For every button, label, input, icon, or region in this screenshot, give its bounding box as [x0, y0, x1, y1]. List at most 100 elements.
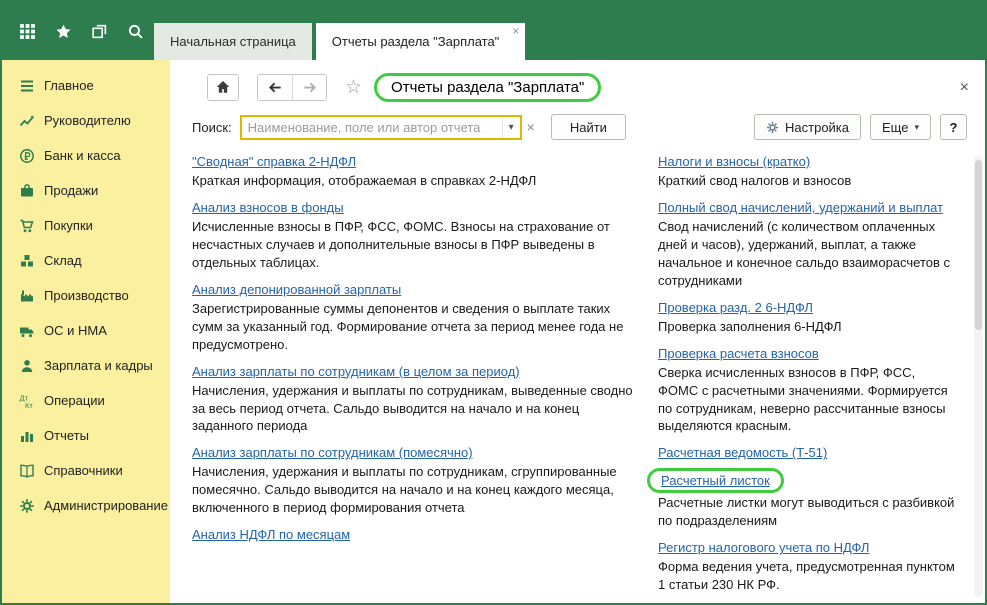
gear-icon	[18, 497, 35, 514]
report-desc: Краткий свод налогов и взносов	[658, 172, 958, 190]
more-button-label: Еще	[882, 120, 908, 135]
sidebar-item-label: Администрирование	[44, 498, 168, 513]
global-search-icon[interactable]	[120, 16, 150, 46]
search-clear-icon[interactable]: ×	[527, 119, 535, 135]
sidebar-item-bank-cash[interactable]: Банк и касса	[2, 138, 170, 173]
reports-column-left: "Сводная" справка 2-НДФЛ Краткая информа…	[192, 154, 634, 603]
sidebar-item-reports[interactable]: Отчеты	[2, 418, 170, 453]
search-label: Поиск:	[192, 120, 232, 135]
find-button[interactable]: Найти	[551, 114, 626, 140]
search-input[interactable]	[242, 120, 502, 135]
home-button[interactable]	[207, 74, 239, 101]
app-window: Начальная страница Отчеты раздела "Зарпл…	[0, 0, 987, 605]
tab-bar: Начальная страница Отчеты раздела "Зарпл…	[154, 2, 529, 60]
report-item: Анализ депонированной зарплаты Зарегистр…	[192, 282, 634, 354]
section-sidebar: Главное Руководителю Банк и касса Продаж…	[2, 60, 170, 603]
tab-home-label: Начальная страница	[170, 34, 296, 49]
sidebar-item-production[interactable]: Производство	[2, 278, 170, 313]
report-desc: Форма ведения учета, предусмотренная пун…	[658, 558, 958, 594]
more-button[interactable]: Еще ▾	[870, 114, 931, 140]
panel-close-icon[interactable]: ×	[960, 80, 969, 96]
tab-reports-salary[interactable]: Отчеты раздела "Зарплата" ×	[316, 23, 526, 60]
search-input-group: ▾	[240, 115, 522, 140]
panel-tools: Настройка Еще ▾ ?	[754, 114, 967, 140]
sidebar-item-directories[interactable]: Справочники	[2, 453, 170, 488]
apps-grid-icon[interactable]	[12, 16, 42, 46]
sidebar-item-label: Главное	[44, 78, 94, 93]
sidebar-item-label: Отчеты	[44, 428, 89, 443]
sidebar-item-label: Производство	[44, 288, 129, 303]
settings-gear-icon	[766, 121, 779, 134]
scrollbar-thumb[interactable]	[975, 160, 982, 330]
report-link[interactable]: Расчетная ведомость (Т-51)	[658, 445, 827, 460]
sidebar-item-label: Продажи	[44, 183, 98, 198]
dt-kt-icon: ДтКт	[18, 392, 35, 409]
sidebar-item-fixed-assets[interactable]: ОС и НМА	[2, 313, 170, 348]
panel-header: ☆ Отчеты раздела "Зарплата"	[207, 72, 985, 102]
truck-icon	[18, 322, 35, 339]
tab-home[interactable]: Начальная страница	[154, 23, 312, 60]
favorite-star-icon[interactable]: ☆	[345, 76, 362, 99]
report-link[interactable]: Налоги и взносы (кратко)	[658, 154, 810, 169]
forward-button[interactable]	[292, 75, 326, 100]
reports-panel: × ☆ Отчеты раздела "Зарплата"	[170, 60, 985, 603]
help-button[interactable]: ?	[940, 114, 967, 140]
topbar-tools	[2, 2, 154, 60]
report-item: Анализ взносов в фонды Исчисленные взнос…	[192, 200, 634, 272]
search-dropdown-icon[interactable]: ▾	[502, 117, 520, 138]
briefcase-icon	[18, 182, 35, 199]
title-highlight-annotation: Отчеты раздела "Зарплата"	[374, 73, 601, 102]
vertical-scrollbar[interactable]	[974, 156, 983, 597]
report-link[interactable]: Анализ взносов в фонды	[192, 200, 344, 215]
forward-arrow-icon	[302, 80, 317, 95]
open-windows-icon[interactable]	[84, 16, 114, 46]
sidebar-item-salary-hr[interactable]: Зарплата и кадры	[2, 348, 170, 383]
report-link[interactable]: Проверка разд. 2 6-НДФЛ	[658, 300, 813, 315]
report-link[interactable]: Анализ зарплаты по сотрудникам (в целом …	[192, 364, 520, 379]
sidebar-item-label: Банк и касса	[44, 148, 121, 163]
report-desc: Начисления, удержания и выплаты по сотру…	[192, 382, 634, 436]
report-item: Налоги и взносы (кратко) Краткий свод на…	[658, 154, 958, 190]
report-link[interactable]: Полный свод начислений, удержаний и выпл…	[658, 200, 943, 215]
report-link[interactable]: Регистр налогового учета по НДФЛ	[658, 540, 869, 555]
report-desc: Начисления, удержания и выплаты по сотру…	[192, 463, 634, 517]
report-desc: Свод начислений (с количеством оплаченны…	[658, 218, 958, 290]
report-link[interactable]: Расчетный листок	[661, 473, 770, 488]
sidebar-item-operations[interactable]: ДтКт Операции	[2, 383, 170, 418]
history-nav	[257, 74, 327, 101]
report-link[interactable]: Проверка расчета взносов	[658, 346, 819, 361]
chevron-down-icon: ▾	[914, 122, 919, 133]
back-button[interactable]	[258, 75, 292, 100]
sidebar-item-label: Покупки	[44, 218, 93, 233]
sidebar-item-warehouse[interactable]: Склад	[2, 243, 170, 278]
report-item: Анализ НДФЛ по месяцам	[192, 527, 634, 542]
report-link[interactable]: "Сводная" справка 2-НДФЛ	[192, 154, 356, 169]
report-item: Полный свод начислений, удержаний и выпл…	[658, 200, 958, 290]
reports-column-right: Налоги и взносы (кратко) Краткий свод на…	[658, 154, 958, 603]
menu-icon	[18, 77, 35, 94]
report-link[interactable]: Анализ зарплаты по сотрудникам (помесячн…	[192, 445, 473, 460]
tab-reports-salary-label: Отчеты раздела "Зарплата"	[332, 34, 500, 49]
report-item: "Сводная" справка 2-НДФЛ Краткая информа…	[192, 154, 634, 190]
tab-close-icon[interactable]: ×	[512, 25, 519, 37]
report-item: Расчетная ведомость (Т-51)	[658, 445, 958, 460]
report-link[interactable]: Анализ депонированной зарплаты	[192, 282, 401, 297]
report-item: Анализ зарплаты по сотрудникам (в целом …	[192, 364, 634, 436]
report-item: Проверка разд. 2 6-НДФЛ Проверка заполне…	[658, 300, 958, 336]
sidebar-item-sales[interactable]: Продажи	[2, 173, 170, 208]
top-bar: Начальная страница Отчеты раздела "Зарпл…	[2, 2, 985, 60]
sidebar-item-administration[interactable]: Администрирование	[2, 488, 170, 523]
sidebar-item-main[interactable]: Главное	[2, 68, 170, 103]
search-toolbar: Поиск: ▾ × Найти Настройка Еще ▾	[192, 114, 967, 140]
app-body: Главное Руководителю Банк и касса Продаж…	[2, 60, 985, 603]
report-desc: Проверка заполнения 6-НДФЛ	[658, 318, 958, 336]
reports-columns: "Сводная" справка 2-НДФЛ Краткая информа…	[192, 154, 985, 603]
home-icon	[215, 79, 231, 95]
sidebar-item-purchases[interactable]: Покупки	[2, 208, 170, 243]
report-link[interactable]: Анализ НДФЛ по месяцам	[192, 527, 350, 542]
report-desc: Сверка исчисленных взносов в ПФР, ФСС, Ф…	[658, 364, 958, 436]
sidebar-item-label: Руководителю	[44, 113, 131, 128]
settings-button[interactable]: Настройка	[754, 114, 861, 140]
favorites-star-icon[interactable]	[48, 16, 78, 46]
sidebar-item-manager[interactable]: Руководителю	[2, 103, 170, 138]
